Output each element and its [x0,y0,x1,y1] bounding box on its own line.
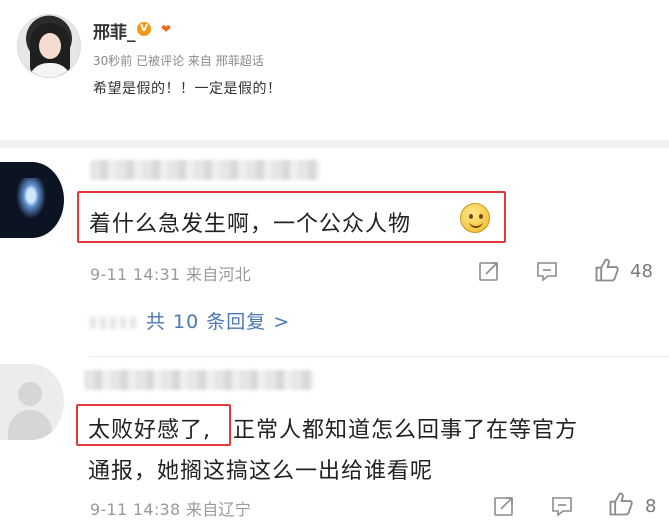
comment-text: 着什么急发生啊，一个公众人物 [89,212,412,237]
comment-meta: 9-11 14:31 来自河北 [90,265,252,284]
view-replies-link[interactable]: 共 10 条回复 > [90,307,305,339]
avatar-head [18,382,42,406]
blurred-username[interactable] [84,370,314,390]
comment-text-line2: 通报，她搁这搞这么一出给谁看呢 [88,459,434,484]
comment-meta: 30秒前 已被评论 来自 邢菲超话 [93,54,264,68]
like-icon[interactable] [607,490,635,518]
avatar-body [8,410,52,440]
blurred-replier [90,317,138,329]
blurred-username[interactable] [90,160,320,180]
like-count: 48 [630,261,653,282]
fan-badge-icon: ❤ [160,22,172,36]
share-icon[interactable] [477,259,501,283]
username[interactable]: 邢菲_ [93,18,136,43]
like-icon[interactable] [593,256,621,284]
user-avatar[interactable] [17,14,81,78]
comment-meta: 9-11 14:38 来自辽宁 [90,500,252,519]
default-avatar[interactable] [0,364,64,440]
like-count: 8 [645,496,657,517]
comment-icon[interactable] [535,259,559,283]
comment-separator [90,356,669,357]
comment-icon[interactable] [550,494,574,518]
share-icon[interactable] [492,494,516,518]
vip-badge-icon: V [137,22,151,36]
avatar-figure [14,178,48,222]
replies-label: 共 10 条回复 > [146,311,291,333]
section-divider [0,140,669,148]
highlighted-phrase: 太败好感了, [88,418,211,443]
avatar-face [39,33,61,59]
comment-text: 希望是假的！！一定是假的！ [93,81,282,97]
smile-emoji-icon [460,203,490,233]
comment-text-rest: 正常人都知道怎么回事了在等官方 [233,418,579,443]
comment-text-line1: 太败好感了, 正常人都知道怎么回事了在等官方 [88,412,578,444]
commenter-avatar[interactable] [0,162,64,238]
